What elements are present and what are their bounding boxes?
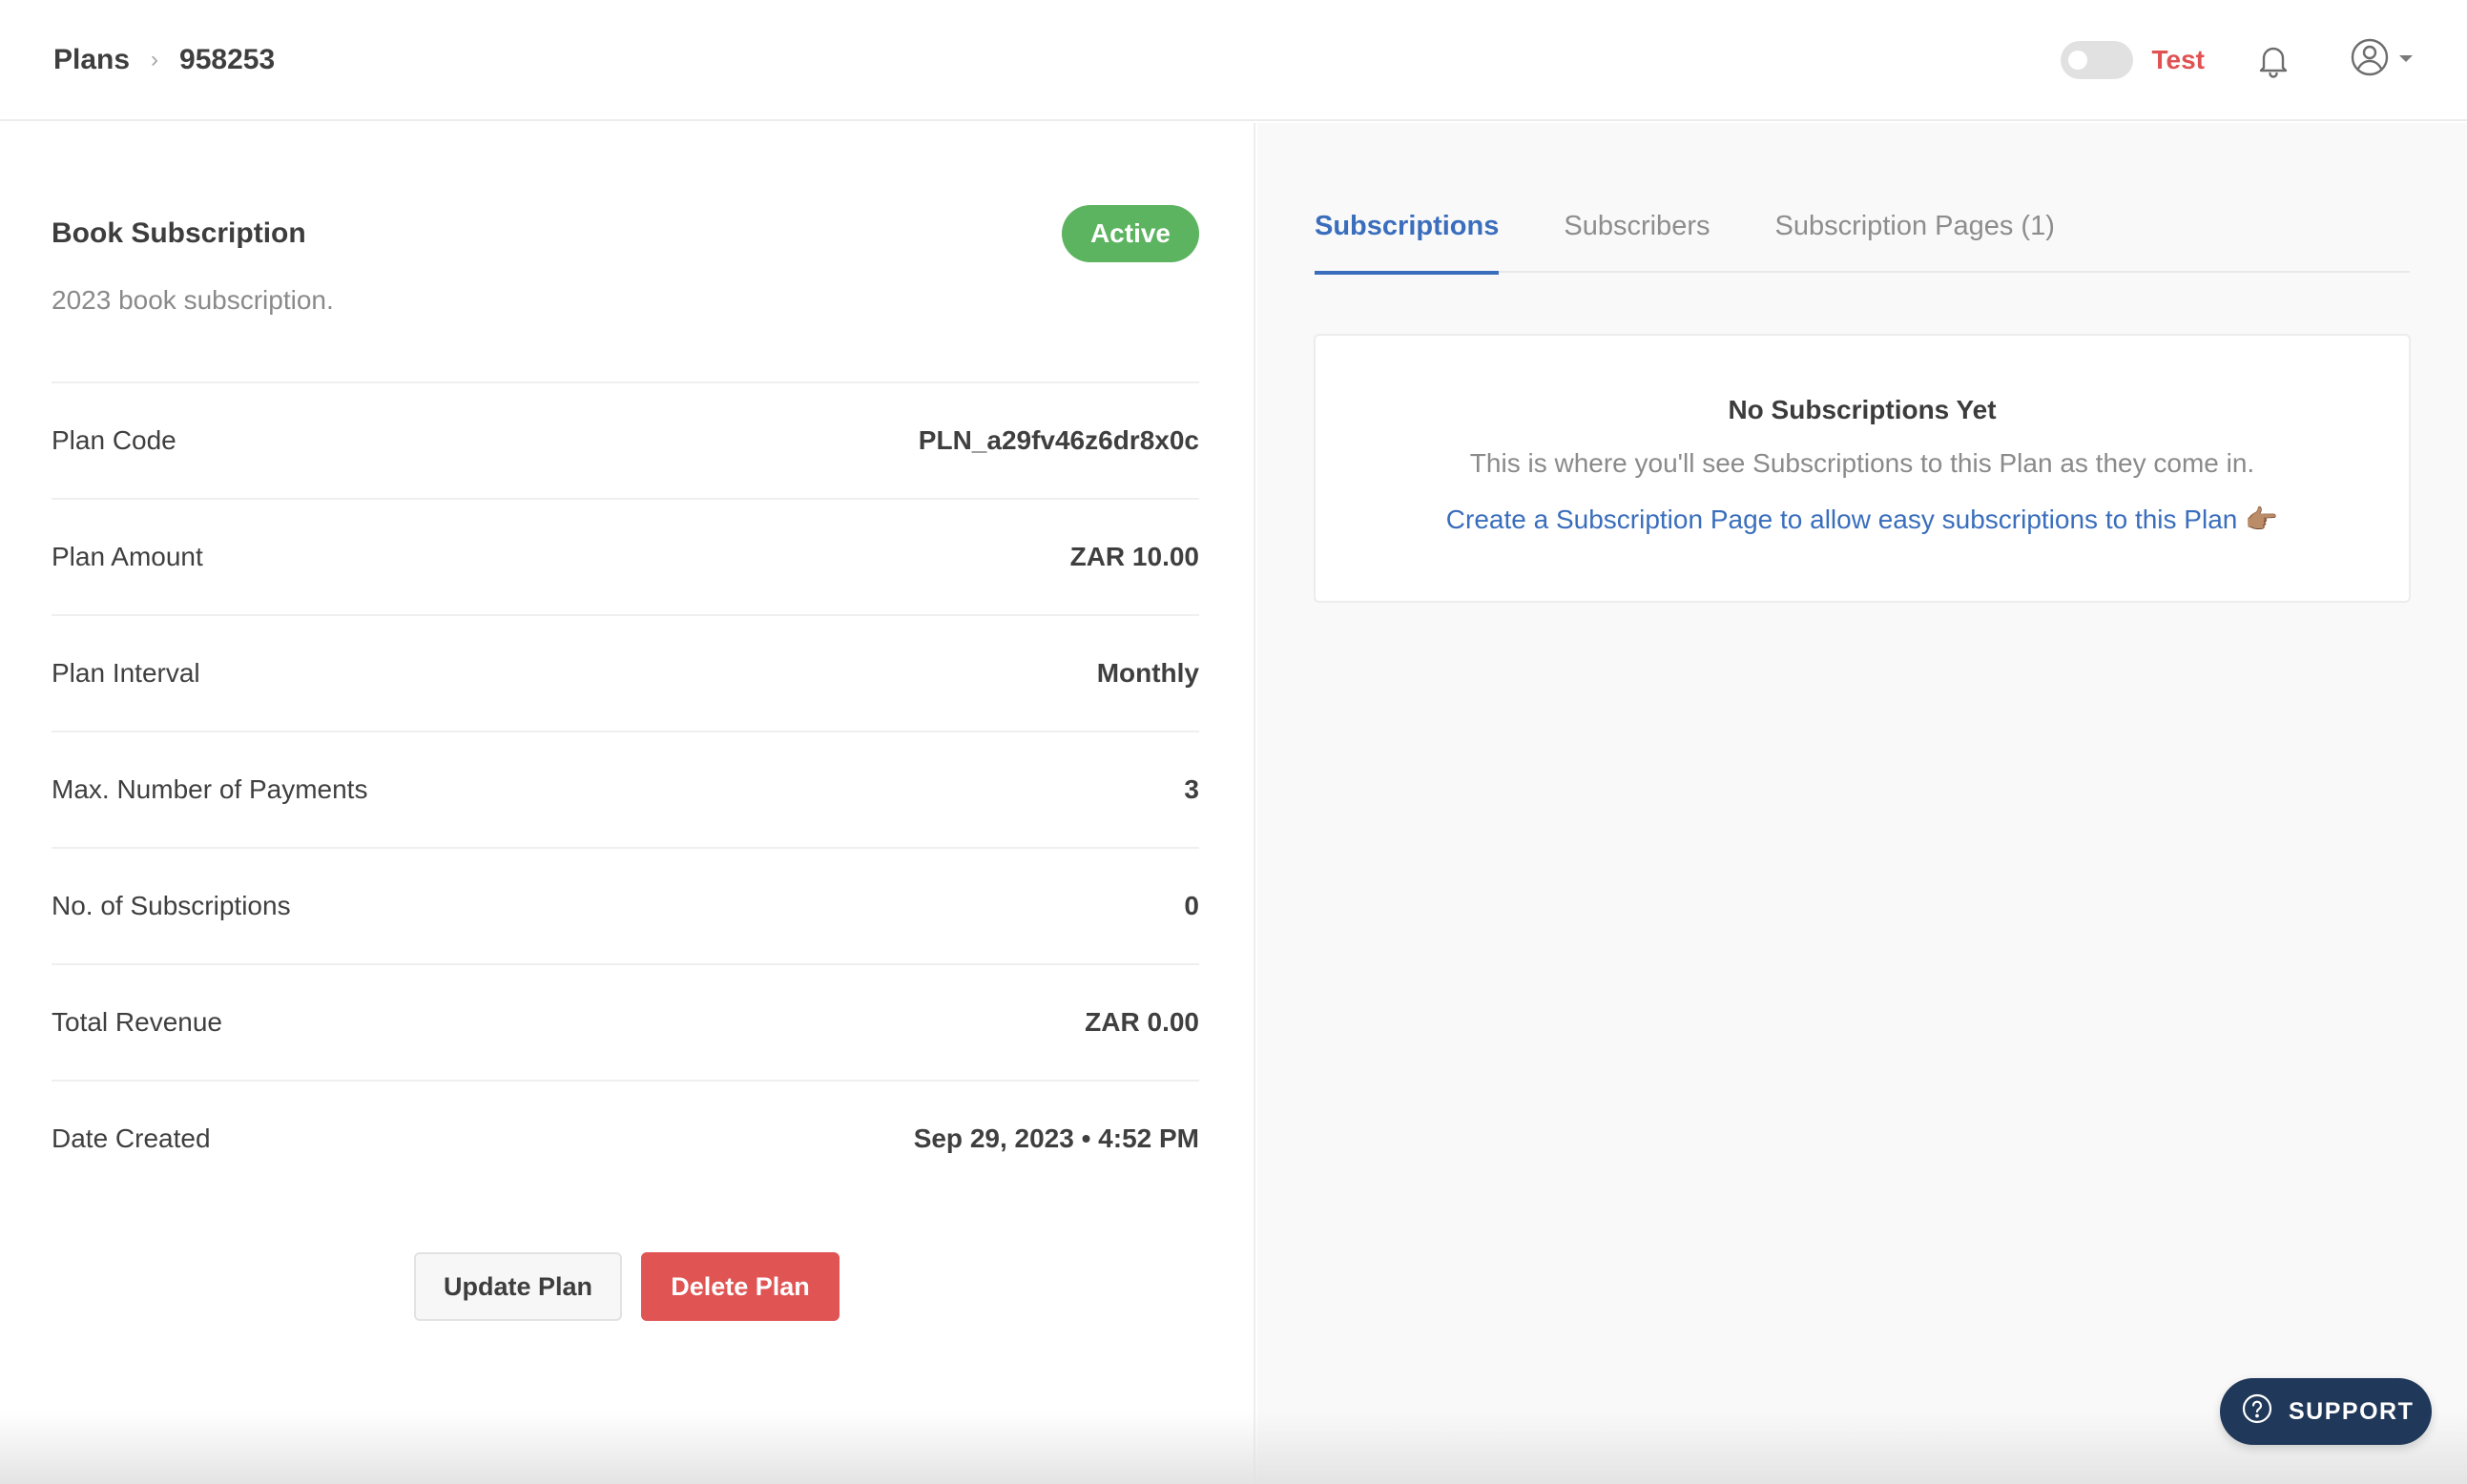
- detail-label: Plan Amount: [52, 542, 203, 571]
- subscriptions-panel: Subscriptions Subscribers Subscription P…: [1257, 123, 2467, 1484]
- breadcrumb-current: 958253: [179, 43, 276, 75]
- breadcrumb: Plans › 958253: [53, 44, 275, 76]
- detail-row-plan-interval: Plan Interval Monthly: [52, 614, 1199, 731]
- bell-icon[interactable]: [2254, 41, 2292, 79]
- test-mode-label: Test: [2151, 44, 2206, 74]
- detail-value: Sep 29, 2023 • 4:52 PM: [913, 1123, 1199, 1153]
- header-actions: Test: [2060, 37, 2415, 82]
- tab-subscribers[interactable]: Subscribers: [1564, 180, 1710, 273]
- plan-details-panel: Book Subscription Active 2023 book subsc…: [0, 123, 1255, 1484]
- user-circle-icon: [2350, 37, 2390, 82]
- detail-label: Date Created: [52, 1123, 211, 1153]
- update-plan-button[interactable]: Update Plan: [414, 1252, 622, 1321]
- detail-label: Max. Number of Payments: [52, 774, 368, 804]
- caret-down-icon: [2397, 52, 2415, 69]
- detail-value: 3: [1184, 774, 1199, 804]
- plan-header: Book Subscription Active: [52, 204, 1199, 263]
- tab-subscription-pages[interactable]: Subscription Pages (1): [1774, 180, 2054, 273]
- breadcrumb-plans-link[interactable]: Plans: [53, 44, 130, 76]
- toggle-knob: [2067, 50, 2087, 70]
- plan-actions: Update Plan Delete Plan: [414, 1252, 840, 1321]
- delete-plan-button[interactable]: Delete Plan: [641, 1252, 840, 1321]
- empty-state-card: No Subscriptions Yet This is where you'l…: [1314, 334, 2411, 603]
- profile-menu[interactable]: [2350, 37, 2415, 82]
- detail-label: Plan Code: [52, 425, 176, 455]
- detail-label: No. of Subscriptions: [52, 891, 291, 920]
- detail-row-max-payments: Max. Number of Payments 3: [52, 731, 1199, 847]
- detail-row-date-created: Date Created Sep 29, 2023 • 4:52 PM: [52, 1080, 1199, 1196]
- plan-detail-list: Plan Code PLN_a29fv46z6dr8x0c Plan Amoun…: [52, 381, 1199, 1196]
- support-label: SUPPORT: [2289, 1397, 2415, 1425]
- detail-value: ZAR 10.00: [1069, 542, 1199, 571]
- plan-description: 2023 book subscription.: [52, 285, 334, 315]
- top-header: Plans › 958253 Test: [0, 0, 2467, 121]
- status-badge: Active: [1061, 205, 1199, 262]
- pointing-hand-icon: 👉🏽: [2245, 505, 2279, 534]
- plan-name: Book Subscription: [52, 217, 306, 249]
- help-circle-icon: [2241, 1392, 2273, 1432]
- empty-state-title: No Subscriptions Yet: [1728, 395, 1997, 424]
- detail-row-subscriptions-count: No. of Subscriptions 0: [52, 847, 1199, 963]
- detail-value: Monthly: [1096, 658, 1199, 688]
- detail-value: PLN_a29fv46z6dr8x0c: [918, 425, 1199, 455]
- create-subscription-page-link[interactable]: Create a Subscription Page to allow easy…: [1446, 504, 2278, 535]
- detail-row-plan-amount: Plan Amount ZAR 10.00: [52, 498, 1199, 614]
- empty-state-text: This is where you'll see Subscriptions t…: [1469, 448, 2255, 478]
- breadcrumb-separator: ›: [151, 46, 159, 72]
- test-mode-toggle[interactable]: [2060, 40, 2133, 79]
- detail-row-total-revenue: Total Revenue ZAR 0.00: [52, 963, 1199, 1080]
- create-subscription-page-link-text: Create a Subscription Page to allow easy…: [1445, 504, 2238, 534]
- detail-label: Plan Interval: [52, 658, 200, 688]
- support-button[interactable]: SUPPORT: [2220, 1378, 2432, 1445]
- detail-label: Total Revenue: [52, 1007, 223, 1037]
- tab-bar: Subscriptions Subscribers Subscription P…: [1315, 180, 2410, 275]
- detail-value: ZAR 0.00: [1085, 1007, 1199, 1037]
- detail-row-plan-code: Plan Code PLN_a29fv46z6dr8x0c: [52, 381, 1199, 498]
- detail-value: 0: [1184, 891, 1199, 920]
- tab-subscriptions[interactable]: Subscriptions: [1315, 180, 1500, 275]
- app: Plans › 958253 Test Book Subscription Ac…: [0, 0, 2467, 1484]
